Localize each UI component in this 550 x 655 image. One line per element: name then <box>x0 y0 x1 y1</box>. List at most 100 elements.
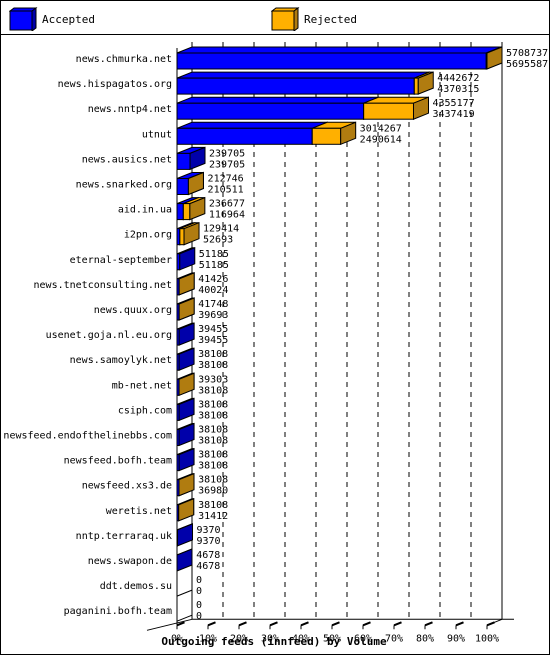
accepted-bar <box>176 523 194 547</box>
x-axis-title: Outgoing feeds (innfeed) by Volume <box>161 635 387 648</box>
data-label-total: 212746 <box>208 174 244 185</box>
x-tick-label: 90% <box>447 633 465 644</box>
accepted-bar <box>176 71 430 95</box>
category-label: newsfeed.endofthelinebbs.com <box>3 431 172 442</box>
data-label-total: 4355177 <box>432 98 474 109</box>
data-label-total: 4678 <box>196 550 220 561</box>
accepted-bar-front <box>176 127 313 145</box>
x-tick-depth <box>207 621 216 627</box>
data-label-total: 3014267 <box>360 123 402 134</box>
data-label-accepted: 38108 <box>198 385 228 396</box>
category-label: news.swapon.de <box>88 556 172 567</box>
data-label-total: 41426 <box>198 274 228 285</box>
category-label: ddt.demos.su <box>100 581 172 592</box>
bar-chart: 0% 10% 20% 30% 40% 50% 60% 70% 80% 90% 100%news.ch… <box>3 42 548 648</box>
data-label-accepted: 210511 <box>208 185 244 196</box>
x-tick-label: 80% <box>416 633 434 644</box>
data-label-total: 0 <box>196 600 202 611</box>
data-label-total: 39455 <box>198 324 228 335</box>
accepted-bar-front <box>176 152 191 170</box>
category-label: news.tnetconsulting.net <box>34 280 172 291</box>
category-label: news.ausics.net <box>82 154 172 165</box>
rejected-bar-front <box>179 228 185 246</box>
data-label-accepted: 52693 <box>203 235 233 246</box>
data-label-accepted: 239705 <box>209 159 245 170</box>
accepted-bar-front <box>176 102 365 120</box>
rejected-bar-side <box>178 498 195 522</box>
accepted-bar-front <box>176 52 487 70</box>
category-label: aid.in.ua <box>118 205 172 216</box>
category-label: mb-net.net <box>112 380 172 391</box>
data-label-total: 38108 <box>198 450 228 461</box>
data-label-total: 38108 <box>198 475 228 486</box>
rejected-bar-front <box>413 77 419 95</box>
category-label: utnut <box>142 129 172 140</box>
x-tick-label: 100% <box>475 633 499 644</box>
data-label-total: 0 <box>196 575 202 586</box>
empty-bar <box>176 589 193 597</box>
data-label-total: 5708737 <box>506 48 548 59</box>
accepted-bar <box>176 121 328 146</box>
category-label: newsfeed.xs3.de <box>82 481 172 492</box>
data-label-total: 4442672 <box>437 73 479 84</box>
data-label-accepted: 0 <box>196 586 202 597</box>
data-label-accepted: 3437419 <box>432 109 474 120</box>
data-label-accepted: 39693 <box>198 310 228 321</box>
data-label-total: 38108 <box>198 425 228 436</box>
category-label: usenet.goja.nl.eu.org <box>46 330 172 341</box>
rejected-bar-front <box>363 102 414 120</box>
accepted-bar-front <box>176 77 415 95</box>
accepted-bar-front <box>176 178 189 195</box>
accepted-bar <box>176 548 193 572</box>
accepted-bar-front <box>176 203 184 221</box>
rejected-bar-front <box>311 127 342 145</box>
data-label-total: 38108 <box>198 349 228 360</box>
category-label: newsfeed.bofh.team <box>64 456 172 467</box>
data-label-total: 129414 <box>203 224 239 235</box>
rejected-bar-front <box>182 203 191 221</box>
data-label-total: 41748 <box>198 299 228 310</box>
category-label: paganini.bofh.team <box>64 606 172 617</box>
data-label-accepted: 5695587 <box>506 59 548 70</box>
data-label-accepted: 38108 <box>198 410 228 421</box>
data-label-accepted: 9370 <box>197 536 221 547</box>
accepted-bar <box>176 46 502 70</box>
category-label: news.snarked.org <box>76 180 172 191</box>
data-label-total: 38108 <box>198 500 228 511</box>
rejected-bar <box>178 498 195 522</box>
x-tick-depth <box>238 621 247 627</box>
data-label-accepted: 38108 <box>198 360 228 371</box>
data-label-accepted: 38108 <box>198 461 228 472</box>
data-label-accepted: 40024 <box>198 285 228 296</box>
x-tick-depth <box>300 621 309 627</box>
data-label-total: 51185 <box>199 249 229 260</box>
accepted-bar-top <box>176 46 502 54</box>
x-tick-depth <box>424 621 433 627</box>
category-label: news.nntp4.net <box>88 104 172 115</box>
accepted-bar-top <box>176 96 379 104</box>
accepted-bar-side <box>176 548 193 572</box>
accepted-bar <box>176 96 380 120</box>
category-label: weretis.net <box>106 506 172 517</box>
data-label-total: 236677 <box>209 199 245 210</box>
data-label-total: 239705 <box>209 148 245 159</box>
x-tick-depth <box>362 621 371 627</box>
accepted-bar-top <box>176 71 430 79</box>
data-label-accepted: 2490614 <box>360 134 402 145</box>
x-tick-depth <box>269 621 278 627</box>
data-label-accepted: 51185 <box>199 260 229 271</box>
category-label: nntp.terraraq.uk <box>76 531 172 542</box>
data-label-accepted: 116964 <box>209 210 245 221</box>
floor-left-edge <box>146 618 193 631</box>
accepted-bar <box>176 146 206 171</box>
accepted-bar-side <box>177 523 194 547</box>
category-label: csiph.com <box>118 405 172 416</box>
category-label: news.quux.org <box>94 305 172 316</box>
data-label-accepted: 36980 <box>198 486 228 497</box>
category-label: news.chmurka.net <box>76 54 172 65</box>
x-tick-depth <box>486 621 495 627</box>
data-label-accepted: 0 <box>196 611 202 622</box>
data-label-accepted: 39455 <box>198 335 228 346</box>
data-label-total: 9370 <box>197 525 221 536</box>
accepted-bar-top <box>176 121 328 129</box>
